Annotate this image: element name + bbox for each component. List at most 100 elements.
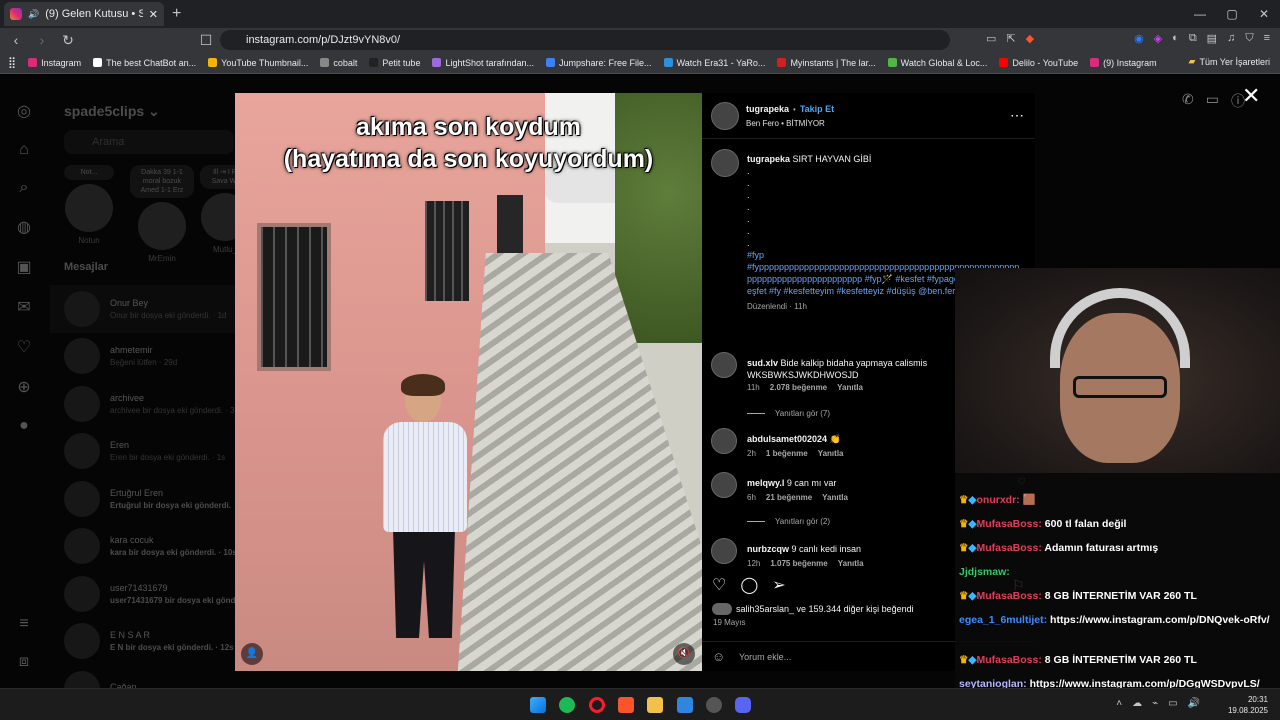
comment-icon[interactable]: ◯ xyxy=(740,575,758,595)
browser-tab[interactable]: 🔊 (9) Gelen Kutusu • Sohbetler ✕ xyxy=(4,2,164,26)
cloud-icon[interactable]: ☁ xyxy=(1132,698,1142,709)
comment-avatar[interactable] xyxy=(711,538,737,564)
reply-button[interactable]: Yanıtla xyxy=(837,383,863,392)
music-icon[interactable]: ♫ xyxy=(1227,32,1235,45)
start-icon[interactable] xyxy=(530,697,546,713)
reply-button[interactable]: Yanıtla xyxy=(822,493,848,502)
bookmark-item[interactable]: Watch Global & Loc... xyxy=(887,58,987,68)
bookmark-item[interactable]: Instagram xyxy=(28,58,81,68)
comment-username[interactable]: melqwy.l xyxy=(747,478,784,488)
liker-avatars xyxy=(712,603,732,615)
comment-likes[interactable]: 1.075 beğenme xyxy=(770,559,827,568)
discord-icon[interactable] xyxy=(735,697,751,713)
clock[interactable]: 20:31 19.08.2025 xyxy=(1228,694,1268,716)
app-icon[interactable] xyxy=(706,697,722,713)
bookmark-favicon-icon xyxy=(320,58,330,67)
chat-username: MufasaBoss: xyxy=(976,518,1042,530)
tab-close-icon[interactable]: ✕ xyxy=(149,8,158,21)
file-explorer-icon[interactable] xyxy=(647,697,663,713)
comment-username[interactable]: nurbzcqw xyxy=(747,544,789,554)
caption-tag-fyp[interactable]: #fyp xyxy=(747,249,1022,261)
chevron-up-icon[interactable]: ˄ xyxy=(1116,698,1122,709)
usb-icon[interactable]: ⌁ xyxy=(1152,698,1158,709)
reply-button[interactable]: Yanıtla xyxy=(838,559,864,568)
maximize-button[interactable]: ▢ xyxy=(1216,0,1248,28)
phone-icon[interactable]: ✆ xyxy=(1182,91,1194,111)
badge-icon: ♛ xyxy=(959,590,969,602)
address-bar[interactable]: instagram.com/p/DJzt9vYN8v0/ xyxy=(220,30,950,50)
bookmark-item[interactable]: Myinstants | The lar... xyxy=(777,58,876,68)
extension-icon[interactable]: ◐ xyxy=(1172,32,1179,45)
bookmark-icon[interactable]: ☐ xyxy=(196,32,216,49)
puzzle-icon[interactable]: ⧉ xyxy=(1189,32,1197,45)
comment-likes[interactable]: 21 beğenme xyxy=(766,493,812,502)
bookmark-item[interactable]: The best ChatBot an... xyxy=(93,58,196,68)
view-replies-button[interactable]: Yanıtları gör (2) xyxy=(747,517,830,526)
view-replies-button[interactable]: Yanıtları gör (7) xyxy=(747,409,830,418)
share-icon[interactable]: ⇱ xyxy=(1006,32,1015,45)
reply-button[interactable]: Yanıtla xyxy=(818,449,844,458)
speaker-icon[interactable]: 🔊 xyxy=(28,9,39,20)
sidebar-icon[interactable]: ▤ xyxy=(1207,32,1217,45)
bookmark-item[interactable]: Petit tube xyxy=(369,58,420,68)
reload-icon[interactable]: ↻ xyxy=(58,32,78,49)
all-bookmarks-label: Tüm Yer İşaretleri xyxy=(1199,56,1270,67)
comment-likes[interactable]: 2.078 beğenme xyxy=(770,383,827,392)
comment-avatar[interactable] xyxy=(711,352,737,378)
brave-shield-icon[interactable]: ◆ xyxy=(1026,32,1034,45)
window xyxy=(497,195,523,255)
close-window-button[interactable]: ✕ xyxy=(1248,0,1280,28)
audio-label[interactable]: Ben Fero • BİTMİYOR xyxy=(746,119,825,128)
comment-avatar[interactable] xyxy=(711,472,737,498)
emoji-icon[interactable]: ☺ xyxy=(712,642,725,672)
caption-username[interactable]: tugrapeka xyxy=(747,154,790,164)
forward-icon[interactable]: › xyxy=(32,32,52,48)
menu-icon[interactable]: ≡ xyxy=(1264,32,1270,45)
follow-button[interactable]: Takip Et xyxy=(800,104,834,114)
extension-icon[interactable]: ◉ xyxy=(1134,32,1144,45)
back-icon[interactable]: ‹ xyxy=(6,32,26,48)
caption-avatar[interactable] xyxy=(711,149,739,177)
post-video[interactable]: akıma son koydum (hayatıma da son koyuyo… xyxy=(235,93,702,671)
vpn-icon[interactable]: ⛉ xyxy=(1245,32,1253,45)
bookmark-item[interactable]: cobalt xyxy=(320,58,357,68)
bookmark-item[interactable]: LightShot tarafından... xyxy=(432,58,534,68)
comment-likes[interactable]: 1 beğenme xyxy=(766,449,808,458)
minimize-button[interactable]: — xyxy=(1184,0,1216,28)
send-icon[interactable]: ➢ xyxy=(772,575,785,595)
opera-icon[interactable] xyxy=(589,697,605,713)
extension-icon[interactable]: ◈ xyxy=(1154,32,1162,45)
stream-chat-overlay: ♛◆onurxdr: 🟫 ♛◆MufasaBoss: 600 tl falan d… xyxy=(955,473,1280,688)
close-modal-icon[interactable]: ✕ xyxy=(1242,83,1260,109)
comment-username[interactable]: abdulsamet002024 xyxy=(747,434,827,444)
author-username[interactable]: tugrapeka xyxy=(746,104,789,114)
badge-icon: ♛ xyxy=(959,518,969,530)
likes-summary[interactable]: salih35arslan_ ve 159.344 diğer kişi beğ… xyxy=(712,603,914,615)
new-tab-button[interactable]: + xyxy=(172,5,181,23)
comment-body: 9 can mı var xyxy=(786,478,837,488)
volume-icon[interactable]: 🔊 xyxy=(1188,698,1200,709)
cast-icon[interactable]: ▭ xyxy=(986,32,996,45)
spotify-icon[interactable] xyxy=(559,697,575,713)
bookmark-item[interactable]: Jumpshare: Free File... xyxy=(546,58,652,68)
apps-icon[interactable]: ⣿ xyxy=(8,56,16,69)
person-pants xyxy=(393,528,455,638)
more-options-icon[interactable]: ⋯ xyxy=(1010,107,1024,124)
bookmark-item[interactable]: Watch Era31 - YaRo... xyxy=(663,58,765,68)
network-icon[interactable]: ▭ xyxy=(1168,698,1177,709)
chat-username: egea_1_6multijet: xyxy=(959,614,1048,626)
comment-username[interactable]: sud.xlv xyxy=(747,358,778,368)
chat-text: https://www.instagram.com/p/DNQvek-oRfv/ xyxy=(1050,614,1270,626)
all-bookmarks[interactable]: ▰ Tüm Yer İşaretleri xyxy=(1189,56,1270,67)
like-icon[interactable]: ♡ xyxy=(712,575,726,595)
bookmark-item[interactable]: YouTube Thumbnail... xyxy=(208,58,308,68)
video-call-icon[interactable]: ▭ xyxy=(1206,91,1219,111)
bookmark-item[interactable]: (9) Instagram xyxy=(1090,58,1157,68)
photos-icon[interactable] xyxy=(677,697,693,713)
mute-icon[interactable]: 🔇 xyxy=(673,643,695,665)
bookmark-item[interactable]: Delilo - YouTube xyxy=(999,58,1078,68)
author-avatar[interactable] xyxy=(711,102,739,130)
tagged-user-icon[interactable]: 👤 xyxy=(241,643,263,665)
brave-icon[interactable] xyxy=(618,697,634,713)
comment-avatar[interactable] xyxy=(711,428,737,454)
